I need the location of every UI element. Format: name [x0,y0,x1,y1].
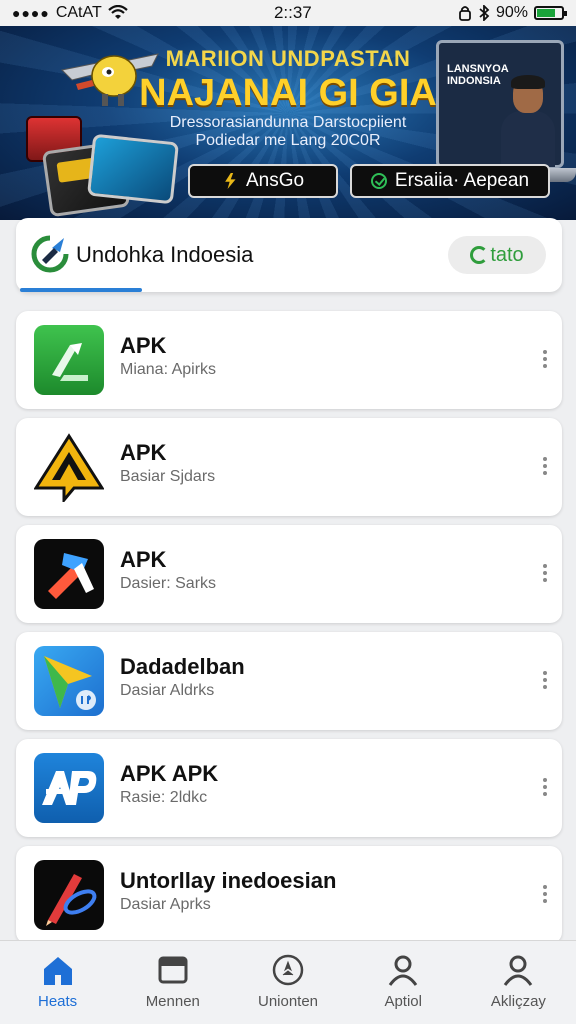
promo-banner[interactable]: MARIION UNDPASTAN NAJANAI GI GIA Dressor… [0,26,576,220]
ansgo-button[interactable]: AnsGo [188,164,338,198]
status-bar: ●●●● CAtAT 2::37 90% [0,0,576,26]
nav-item-heats[interactable]: Heats [0,941,115,1024]
app-subtitle: Basiar Sjdars [120,468,216,485]
bottom-nav: Heats Mennen Unionten Aptiol Akliçzay [0,940,576,1024]
tab-underline [20,288,142,292]
lock-rotation-icon [459,6,471,21]
more-options-icon[interactable] [538,454,552,478]
home-icon [43,957,72,985]
nav-item-unionten[interactable]: Unionten [230,941,345,1024]
green-arrow-icon [34,325,104,395]
ersaia-button[interactable]: Ersaiia· Aepean [350,164,550,198]
list-item[interactable]: Dadadelban Dasiar Aldrks [16,632,562,730]
bluetooth-icon [479,5,490,21]
presenter-avatar [501,75,555,167]
header-title: Undohka Indoesia [76,242,254,267]
nav-item-akliczay[interactable]: Akliçzay [461,941,576,1024]
nav-label: Heats [38,993,78,1010]
check-circle-icon [370,173,387,189]
app-subtitle: Dasiar Aprks [120,896,211,913]
list-item[interactable]: APK Miana: Apirks [16,311,562,409]
ersaia-button-label: Ersaiia· Aepean [394,170,530,191]
nav-item-aptiol[interactable]: Aptiol [346,941,461,1024]
app-title: Dadadelban [120,654,245,679]
laptop-screen-text: LANSNYOA INDONSIA [447,63,509,87]
kite-icon [34,646,104,716]
more-options-icon[interactable] [538,668,552,692]
nav-label: Mennen [145,993,200,1010]
more-options-icon[interactable] [538,561,552,585]
nav-label: Aptiol [384,993,422,1010]
pen-icon [34,860,104,930]
refresh-icon [470,246,489,264]
compass-icon [272,954,304,986]
more-options-icon[interactable] [538,882,552,906]
brand-logo-icon [31,235,69,273]
status-chip[interactable]: tato [448,236,546,274]
app-title: APK [120,547,167,572]
blue-hammer-icon [34,539,104,609]
list-item[interactable]: APK APK Rasie: 2ldkc [16,739,562,837]
nav-label: Unionten [257,993,319,1010]
app-subtitle: Dasier: Sarks [120,575,217,592]
status-chip-label: tato [490,243,524,266]
app-title: Untorllay inedoesian [120,868,337,893]
more-options-icon[interactable] [538,775,552,799]
list-item[interactable]: APK Basiar Sjdars [16,418,562,516]
list-item[interactable]: APK Dasier: Sarks [16,525,562,623]
user-icon [504,955,533,986]
wifi-icon [108,5,128,19]
nav-label: Akliçzay [490,993,546,1010]
app-subtitle: Rasie: 2ldkc [120,789,208,806]
ansgo-button-label: AnsGo [245,170,305,191]
app-subtitle: Dasiar Aldrks [120,682,215,699]
header-card: Undohka Indoesia tato [16,218,562,292]
app-subtitle: Miana: Apirks [120,361,217,378]
app-title: APK APK [120,761,219,786]
bolt-icon [225,173,236,189]
battery-percent: 90% [495,4,528,21]
app-title: APK [120,440,167,465]
more-options-icon[interactable] [538,347,552,371]
app-title: APK [120,333,167,358]
battery-icon [533,6,567,20]
nav-item-mennen[interactable]: Mennen [115,941,230,1024]
yellow-a-icon [34,432,104,502]
signal-dots-icon: ●●●● [12,5,50,21]
window-icon [158,956,188,984]
ap-logo-icon [34,753,104,823]
user-icon [388,955,418,986]
app-list: APK Miana: Apirks APK Basiar Sjdars APK … [16,311,562,953]
clock: 2::37 [273,3,312,22]
laptop-image: LANSNYOA INDONSIA [436,40,564,168]
carrier-label: CAtAT [55,4,102,21]
list-item[interactable]: Untorllay inedoesian Dasiar Aprks [16,846,562,944]
